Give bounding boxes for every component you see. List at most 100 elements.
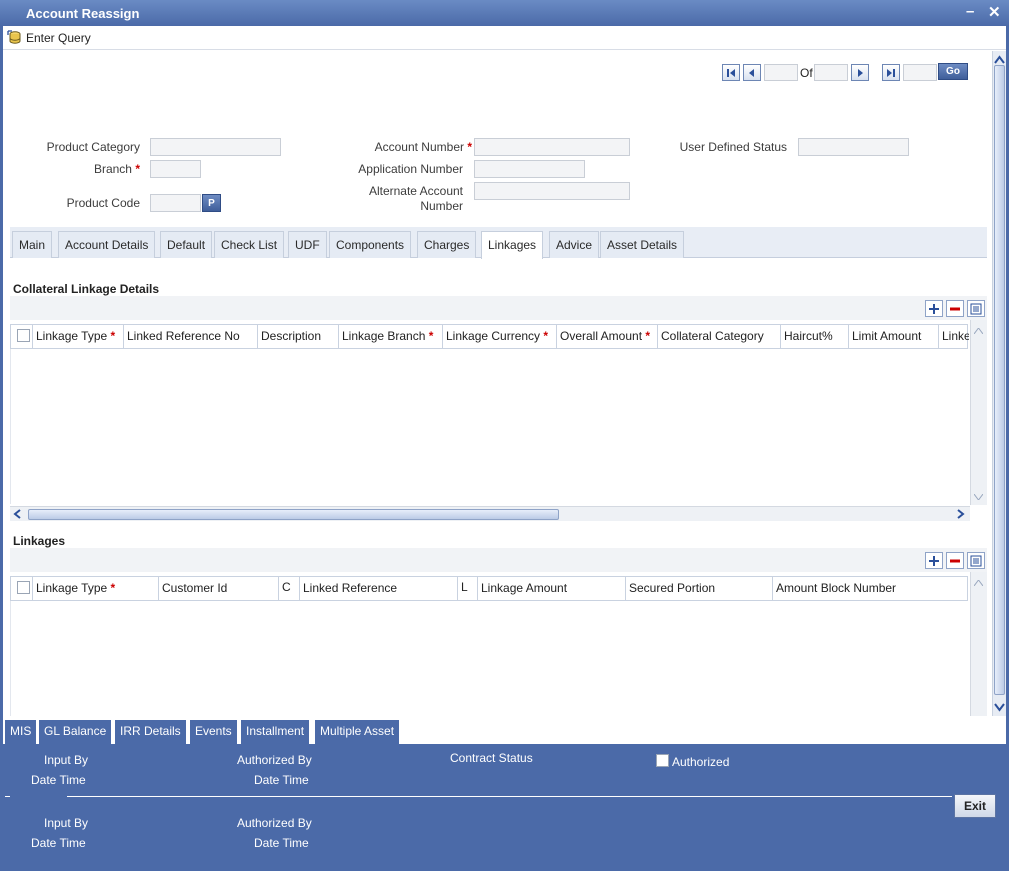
col-collateral-category[interactable]: Collateral Category <box>658 325 781 348</box>
user-defined-status-label: User Defined Status <box>679 140 787 154</box>
col-limit-amount[interactable]: Limit Amount <box>849 325 939 348</box>
col-linked-reference-no[interactable]: Linked Reference No <box>124 325 258 348</box>
linkages-add-row-button[interactable] <box>925 552 943 569</box>
collateral-grid-body <box>10 349 968 504</box>
go-button[interactable]: Go <box>938 63 968 80</box>
branch-input[interactable] <box>150 160 201 178</box>
input-by-label-2: Input By <box>44 816 89 830</box>
collateral-select-all-checkbox[interactable] <box>17 329 30 342</box>
scroll-up-icon[interactable] <box>972 324 985 337</box>
minus-icon <box>950 307 960 310</box>
col-description[interactable]: Description <box>258 325 339 348</box>
linkages-grid-header: Linkage Type * Customer Id C Linked Refe… <box>10 576 968 601</box>
current-record-input[interactable] <box>764 64 798 81</box>
exit-button[interactable]: Exit <box>954 794 996 818</box>
main-vertical-scrollbar[interactable] <box>992 51 1006 716</box>
previous-record-button[interactable] <box>743 64 761 81</box>
branch-label: Branch * <box>93 162 140 176</box>
product-code-lov-button[interactable]: P <box>202 194 221 212</box>
alternate-account-label-line2: Number <box>420 199 463 213</box>
tab-mis[interactable]: MIS <box>5 720 38 744</box>
collateral-select-all-cell <box>11 325 33 348</box>
col-linked-reference[interactable]: Linked Reference <box>300 577 458 600</box>
window-titlebar: Account Reassign – ✕ <box>0 0 1009 26</box>
tab-udf[interactable]: UDF <box>288 231 327 258</box>
date-time-label-1: Date Time <box>31 773 86 787</box>
goto-record-input[interactable] <box>903 64 937 81</box>
list-icon <box>970 555 982 566</box>
collateral-grid-header: Linkage Type * Linked Reference No Descr… <box>10 324 969 349</box>
application-number-input[interactable] <box>474 160 585 178</box>
col-amount-block-number[interactable]: Amount Block Number <box>773 577 969 600</box>
tab-check-list[interactable]: Check List <box>214 231 285 258</box>
col-linkage-type[interactable]: Linkage Type * <box>33 577 159 600</box>
main-scroll-down-icon[interactable] <box>994 701 1005 715</box>
next-icon <box>858 68 863 77</box>
col-linkage-overflow[interactable]: Linke <box>939 325 969 348</box>
linkages-delete-row-button[interactable] <box>946 552 964 569</box>
bottom-tab-bar: MIS GL Balance IRR Details Events Instal… <box>3 720 1006 744</box>
col-haircut[interactable]: Haircut% <box>781 325 849 348</box>
collateral-view-row-button[interactable] <box>967 300 985 317</box>
linkages-vertical-scrollbar[interactable] <box>970 572 987 716</box>
tab-main[interactable]: Main <box>12 231 53 258</box>
account-number-input[interactable] <box>474 138 630 156</box>
total-records-input[interactable] <box>814 64 848 81</box>
tab-events[interactable]: Events <box>190 720 238 744</box>
tab-default[interactable]: Default <box>160 231 213 258</box>
main-scroll-thumb[interactable] <box>994 65 1005 695</box>
tab-charges[interactable]: Charges <box>417 231 477 258</box>
col-linkage-type[interactable]: Linkage Type * <box>33 325 124 348</box>
tab-asset-details[interactable]: Asset Details <box>600 231 685 258</box>
tab-irr-details[interactable]: IRR Details <box>115 720 187 744</box>
collateral-delete-row-button[interactable] <box>946 300 964 317</box>
collateral-add-row-button[interactable] <box>925 300 943 317</box>
col-overall-amount[interactable]: Overall Amount * <box>557 325 658 348</box>
tab-gl-balance[interactable]: GL Balance <box>39 720 113 744</box>
enter-query-button[interactable]: Enter Query <box>7 30 91 45</box>
horizontal-scroll-thumb[interactable] <box>28 509 559 520</box>
tab-multiple-asset[interactable]: Multiple Asset <box>315 720 401 744</box>
tab-linkages[interactable]: Linkages <box>481 231 544 259</box>
linkages-grid-body <box>10 601 968 716</box>
divider-marker <box>5 796 10 797</box>
col-linkage-amount[interactable]: Linkage Amount <box>478 577 626 600</box>
col-secured-portion[interactable]: Secured Portion <box>626 577 773 600</box>
col-linkage-branch[interactable]: Linkage Branch * <box>339 325 443 348</box>
query-icon <box>7 30 21 44</box>
collateral-vertical-scrollbar[interactable] <box>970 320 987 505</box>
linkages-select-all-checkbox[interactable] <box>17 581 30 594</box>
scroll-right-icon[interactable] <box>954 508 966 523</box>
next-record-button[interactable] <box>851 64 869 81</box>
tab-components[interactable]: Components <box>329 231 412 258</box>
tab-advice[interactable]: Advice <box>549 231 600 258</box>
list-icon <box>970 303 982 314</box>
alternate-account-label-line1: Alternate Account <box>368 184 463 198</box>
scroll-up-icon[interactable] <box>972 576 985 589</box>
minus-icon <box>950 559 960 562</box>
scroll-left-icon[interactable] <box>12 508 24 523</box>
authorized-checkbox[interactable] <box>656 754 669 767</box>
product-code-input[interactable] <box>150 194 201 212</box>
close-icon[interactable]: ✕ <box>988 3 1001 21</box>
tab-account-details[interactable]: Account Details <box>58 231 156 258</box>
collateral-section-title: Collateral Linkage Details <box>13 282 160 296</box>
plus-icon <box>929 303 939 314</box>
tab-installment[interactable]: Installment <box>241 720 311 744</box>
alternate-account-input[interactable] <box>474 182 630 200</box>
linkages-view-row-button[interactable] <box>967 552 985 569</box>
col-l[interactable]: L <box>458 577 478 600</box>
collateral-horizontal-scrollbar[interactable] <box>10 506 970 521</box>
of-label: Of <box>800 66 813 80</box>
col-customer-id[interactable]: Customer Id <box>159 577 279 600</box>
scroll-down-icon[interactable] <box>972 490 985 503</box>
col-c[interactable]: C <box>279 577 300 600</box>
product-category-input[interactable] <box>150 138 281 156</box>
first-record-button[interactable] <box>722 64 740 81</box>
minimize-icon[interactable]: – <box>966 3 974 20</box>
last-record-button[interactable] <box>882 64 900 81</box>
user-defined-status-input[interactable] <box>798 138 909 156</box>
audit-footer: Input By Date Time Authorized By Date Ti… <box>3 744 1006 868</box>
date-time-label-4: Date Time <box>254 836 309 850</box>
col-linkage-currency[interactable]: Linkage Currency * <box>443 325 557 348</box>
